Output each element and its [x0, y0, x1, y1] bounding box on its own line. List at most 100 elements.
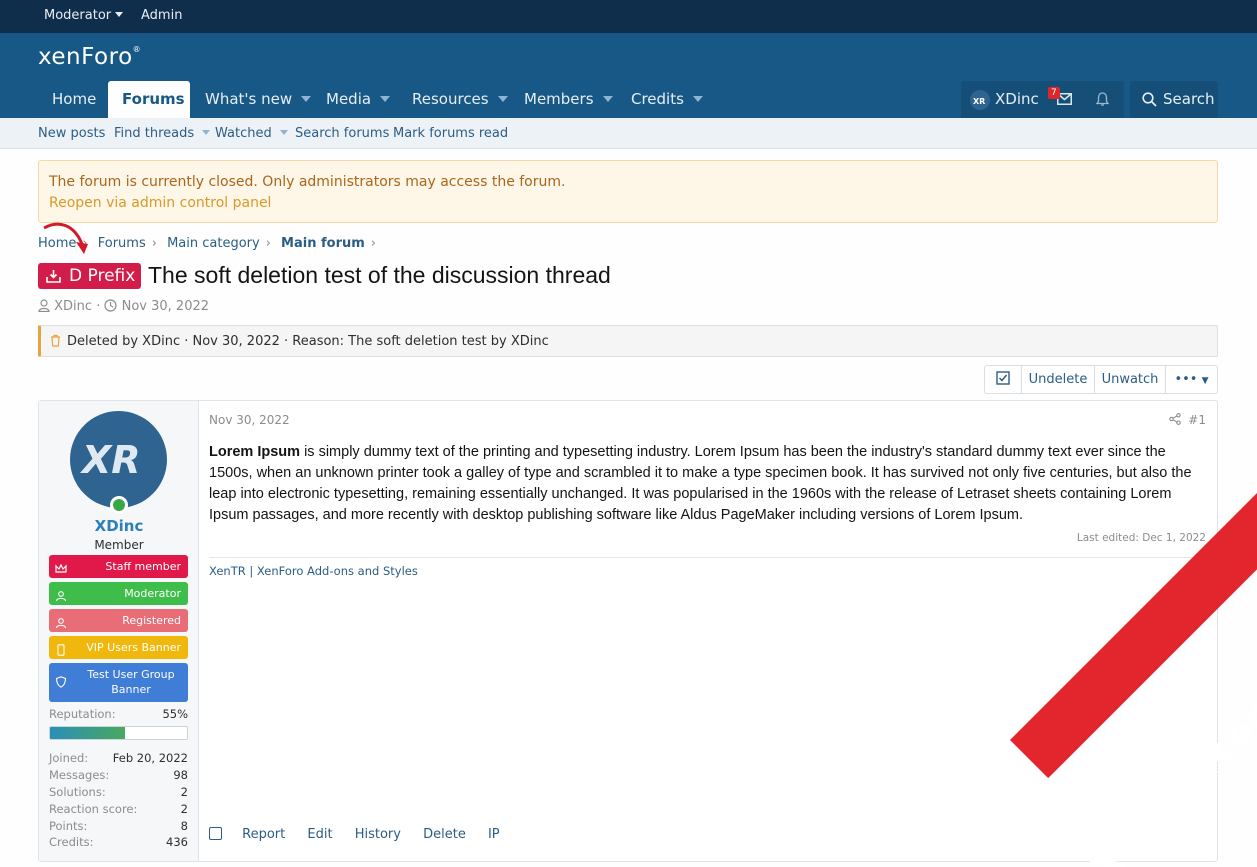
delete-link[interactable]: Delete [423, 827, 466, 842]
mark-forums-read-link[interactable]: Mark forums read [393, 126, 508, 141]
banner-moderator: Moderator [49, 582, 188, 605]
stat-value[interactable]: 98 [173, 768, 188, 782]
unwatch-button[interactable]: Unwatch [1095, 366, 1166, 393]
stat-value: 436 [166, 835, 188, 849]
tab-forums[interactable]: Forums [108, 81, 190, 118]
chevron-down-icon: ▼ [1201, 376, 1209, 386]
tab-label: Home [52, 90, 97, 108]
chevron-down-icon[interactable] [692, 96, 703, 102]
staff-bar: Moderator Admin [0, 0, 1257, 33]
stat-reaction-score: Reaction score: 2 [49, 802, 188, 816]
bell-icon[interactable] [1095, 92, 1110, 111]
last-edited[interactable]: Last edited: Dec 1, 2022 [1077, 532, 1206, 544]
thread-date[interactable]: Nov 30, 2022 [122, 299, 209, 314]
post-username[interactable]: XDinc [39, 517, 199, 535]
tab-label: Credits [631, 90, 684, 108]
users-icon [55, 587, 67, 602]
select-post-checkbox[interactable] [209, 827, 222, 840]
deleted-notice-text: Deleted by XDinc · Nov 30, 2022 · Reason… [67, 334, 549, 349]
reputation-row: Reputation: 55% [49, 707, 188, 721]
share-icon[interactable] [1169, 413, 1181, 429]
chevron-right-icon: › [151, 236, 157, 251]
stat-value: 2 [180, 785, 188, 799]
account-link[interactable]: XDinc [995, 90, 1039, 108]
ip-link[interactable]: IP [488, 827, 500, 842]
reopen-link[interactable]: Reopen via admin control panel [49, 195, 271, 211]
signature-link[interactable]: XenTR | XenForo Add-ons and Styles [209, 564, 418, 578]
tab-media[interactable]: Media [312, 81, 404, 118]
svg-text:XR: XR [80, 438, 141, 482]
forum-closed-notice: The forum is currently closed. Only admi… [38, 160, 1218, 223]
search-button[interactable]: Search [1130, 81, 1218, 118]
watched-label: Watched [215, 126, 272, 141]
signature-divider [209, 557, 1207, 558]
thread-author[interactable]: XDinc [54, 299, 92, 314]
tab-members[interactable]: Members [510, 81, 627, 118]
stat-label: Joined: [49, 751, 89, 765]
watched-link[interactable]: Watched [215, 126, 288, 141]
tab-resources[interactable]: Resources [398, 81, 522, 118]
thread-action-buttons: Undelete Unwatch ••• ▼ [984, 365, 1218, 394]
inbox-count-badge: 7 [1048, 87, 1060, 99]
history-link[interactable]: History [355, 827, 401, 842]
banner-label: Test User Group Banner [87, 668, 175, 696]
tab-whats-new[interactable]: What's new [191, 81, 325, 118]
report-link[interactable]: Report [242, 827, 285, 842]
tab-home[interactable]: Home [38, 81, 110, 118]
checkbox-icon [996, 371, 1010, 385]
stat-credits: Credits: 436 [49, 835, 188, 849]
banner-label: VIP Users Banner [86, 641, 181, 654]
chevron-down-icon[interactable] [301, 96, 312, 102]
stat-label: Reaction score: [49, 802, 138, 816]
chevron-down-icon[interactable] [380, 96, 391, 102]
post-body: Lorem Ipsum is simply dummy text of the … [209, 442, 1209, 526]
thread-title: The soft deletion test of the discussion… [148, 262, 611, 288]
stat-label: Credits: [49, 835, 94, 849]
banner-staff-member: Staff member [49, 555, 188, 578]
user-avatar[interactable]: XR [970, 90, 990, 110]
reputation-fill [50, 727, 126, 739]
select-thread-button[interactable] [985, 366, 1022, 393]
shield-icon [55, 676, 67, 688]
breadcrumb-main-forum[interactable]: Main forum [281, 236, 365, 251]
avatar[interactable]: XR [70, 411, 167, 508]
chevron-down-icon [115, 12, 124, 17]
deleted-notice: Deleted by XDinc · Nov 30, 2022 · Reason… [38, 325, 1218, 357]
undelete-button[interactable]: Undelete [1022, 366, 1095, 393]
chevron-down-icon[interactable] [602, 96, 613, 102]
edit-link[interactable]: Edit [307, 827, 332, 842]
post-body-bold: Lorem Ipsum [209, 444, 301, 460]
tab-label: Forums [122, 90, 185, 108]
post-user-cell: XR XDinc Member Staff member Moderator R… [39, 401, 199, 861]
post: XR XDinc Member Staff member Moderator R… [38, 400, 1218, 862]
stat-label: Points: [49, 819, 88, 833]
admin-link[interactable]: Admin [141, 8, 182, 23]
post-actions: Report Edit History Delete IP [209, 827, 518, 842]
chevron-down-icon[interactable] [279, 130, 288, 135]
new-posts-link[interactable]: New posts [38, 126, 105, 141]
more-options-button[interactable]: ••• ▼ [1166, 366, 1217, 393]
chevron-down-icon[interactable] [202, 130, 211, 135]
reputation-label: Reputation: [49, 707, 116, 721]
tab-label: What's new [205, 90, 293, 108]
clock-icon [104, 299, 118, 312]
chevron-down-icon[interactable] [497, 96, 508, 102]
stat-joined: Joined: Feb 20, 2022 [49, 751, 188, 765]
site-logo[interactable]: xenForo® [38, 44, 141, 70]
notice-text: The forum is currently closed. Only admi… [49, 174, 566, 190]
find-threads-link[interactable]: Find threads [114, 126, 211, 141]
sub-nav: New posts Find threads Watched Search fo… [0, 118, 1257, 149]
moderator-menu[interactable]: Moderator [44, 8, 124, 23]
thread-prefix[interactable]: D Prefix [38, 263, 142, 289]
download-icon [46, 270, 61, 283]
tab-credits[interactable]: Credits [617, 81, 717, 118]
breadcrumb-main-category[interactable]: Main category [167, 236, 260, 251]
search-forums-link[interactable]: Search forums [295, 126, 389, 141]
banner-test-user-group: Test User Group Banner [49, 663, 188, 702]
post-date[interactable]: Nov 30, 2022 [209, 413, 290, 427]
post-number[interactable]: #1 [1188, 413, 1206, 427]
chevron-right-icon: › [370, 236, 376, 251]
breadcrumb-forums[interactable]: Forums [98, 236, 146, 251]
annotation-arrow-icon [43, 222, 88, 254]
banner-registered: Registered [49, 609, 188, 632]
